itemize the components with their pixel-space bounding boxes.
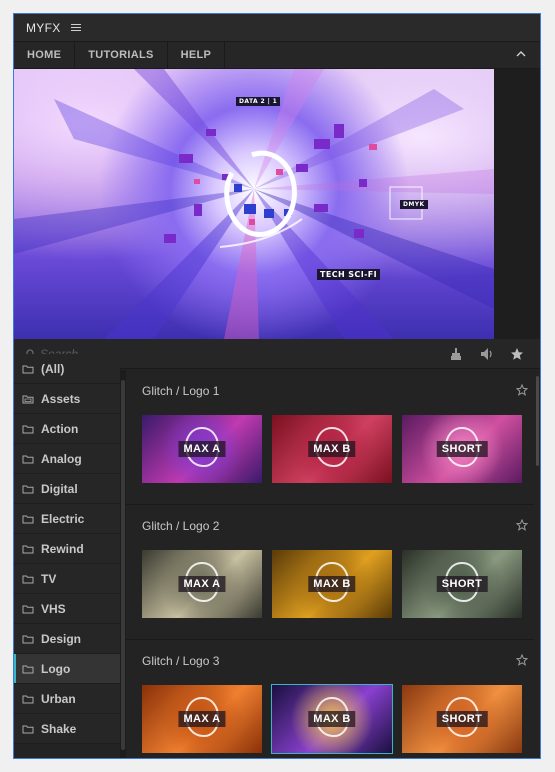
category-sidebar: (All) Assets Action Analog Digital Elect…: [14, 354, 120, 744]
group-title: Glitch / Logo 2: [142, 519, 220, 533]
folder-icon: [22, 365, 34, 373]
sidebar-item-label: Shake: [41, 721, 77, 736]
sidebar-item-label: Logo: [41, 661, 71, 676]
folder-icon: [22, 665, 34, 673]
sidebar-item-label: Analog: [41, 451, 82, 466]
preset-group: Glitch / Logo 2 MAX A MAX B SHORT: [126, 505, 534, 640]
folder-icon: [22, 605, 34, 613]
thumbnail-label: MAX B: [308, 576, 356, 592]
sidebar-item-logo[interactable]: Logo: [14, 654, 120, 684]
thumbnail-label: MAX A: [178, 711, 226, 727]
folder-icon: [22, 635, 34, 643]
thumbnail-label: SHORT: [436, 441, 488, 457]
thumbnail-label: SHORT: [436, 576, 488, 592]
preview-tag-category: TECH SCI-FI: [317, 269, 381, 280]
collapse-chevron-up-icon[interactable]: [516, 49, 526, 59]
sidebar-item-label: Urban: [41, 691, 76, 706]
sidebar-item-rewind[interactable]: Rewind: [14, 534, 120, 564]
content-scroll-thumb[interactable]: [536, 376, 539, 466]
sidebar-item-vhs[interactable]: VHS: [14, 594, 120, 624]
sidebar-item-label: Rewind: [41, 541, 84, 556]
brush-icon[interactable]: [449, 347, 463, 361]
sidebar-item-label: VHS: [41, 601, 66, 616]
group-title: Glitch / Logo 3: [142, 654, 220, 668]
folder-icon: [22, 485, 34, 493]
title-bar: MYFX: [14, 14, 540, 42]
sidebar-item-action[interactable]: Action: [14, 414, 120, 444]
nav-bar: HOME TUTORIALS HELP: [14, 42, 540, 69]
sidebar-item-tv[interactable]: TV: [14, 564, 120, 594]
nav-tutorials[interactable]: TUTORIALS: [75, 42, 168, 68]
preset-thumbnail[interactable]: SHORT: [402, 415, 522, 483]
favorite-star-icon[interactable]: [516, 384, 528, 396]
app-window: MYFX HOME TUTORIALS HELP DATA 2 | 1 DMYK…: [13, 13, 541, 759]
folder-icon: [22, 455, 34, 463]
favorite-star-icon[interactable]: [516, 654, 528, 666]
volume-icon[interactable]: [480, 347, 494, 361]
preset-thumbnail[interactable]: MAX B: [272, 550, 392, 618]
sidebar-item-label: (All): [41, 361, 65, 376]
sidebar-item-digital[interactable]: Digital: [14, 474, 120, 504]
nav-home[interactable]: HOME: [14, 42, 76, 68]
folder-icon: [22, 725, 34, 733]
preset-thumbnail[interactable]: MAX A: [142, 415, 262, 483]
folder-icon: [22, 545, 34, 553]
sidebar-item-urban[interactable]: Urban: [14, 684, 120, 714]
group-title: Glitch / Logo 1: [142, 384, 220, 398]
app-title: MYFX: [26, 20, 61, 35]
sidebar-item-all[interactable]: (All): [14, 354, 120, 384]
sidebar-scroll-thumb[interactable]: [121, 380, 125, 750]
preview-side-panel: [494, 69, 540, 339]
sidebar-item-label: Digital: [41, 481, 78, 496]
sidebar-item-label: Design: [41, 631, 82, 646]
preset-grid: Glitch / Logo 1 MAX A MAX B SHORT Glitch…: [126, 370, 534, 758]
thumbnail-label: SHORT: [436, 711, 488, 727]
preset-thumbnail[interactable]: MAX A: [142, 685, 262, 753]
preset-thumbnail[interactable]: MAX A: [142, 550, 262, 618]
preset-group: Glitch / Logo 1 MAX A MAX B SHORT: [126, 370, 534, 505]
folder-icon: [22, 515, 34, 523]
thumbnail-label: MAX A: [178, 576, 226, 592]
thumbnail-label: MAX B: [308, 711, 356, 727]
preset-thumbnail[interactable]: MAX B: [271, 684, 393, 754]
thumbnail-label: MAX B: [308, 441, 356, 457]
sidebar-item-label: Electric: [41, 511, 85, 526]
favorite-star-icon[interactable]: [516, 519, 528, 531]
preview-area: DATA 2 | 1 DMYK TECH SCI-FI: [14, 69, 494, 339]
sidebar-item-assets[interactable]: Assets: [14, 384, 120, 414]
content-scrollbar[interactable]: [534, 370, 540, 758]
sidebar-item-label: Action: [41, 421, 79, 436]
sidebar-item-label: TV: [41, 571, 57, 586]
sidebar-item-analog[interactable]: Analog: [14, 444, 120, 474]
sidebar-item-label: Assets: [41, 391, 81, 406]
preview-tag-data: DATA 2 | 1: [236, 97, 281, 106]
hamburger-menu-icon[interactable]: [70, 23, 81, 32]
folder-icon: [22, 575, 34, 583]
nav-help[interactable]: HELP: [168, 42, 226, 68]
sidebar-item-design[interactable]: Design: [14, 624, 120, 654]
preset-thumbnail[interactable]: MAX B: [272, 415, 392, 483]
sidebar-item-electric[interactable]: Electric: [14, 504, 120, 534]
folder-icon: [22, 695, 34, 703]
preset-group: Glitch / Logo 3 MAX A MAX B SHORT: [126, 640, 534, 758]
preview-tag-corner: DMYK: [400, 200, 428, 209]
preset-thumbnail[interactable]: SHORT: [402, 550, 522, 618]
star-icon[interactable]: [510, 347, 524, 361]
thumbnail-label: MAX A: [178, 441, 226, 457]
folders-icon: [22, 395, 34, 403]
folder-icon: [22, 425, 34, 433]
sidebar-item-shake[interactable]: Shake: [14, 714, 120, 744]
preset-thumbnail[interactable]: SHORT: [402, 685, 522, 753]
